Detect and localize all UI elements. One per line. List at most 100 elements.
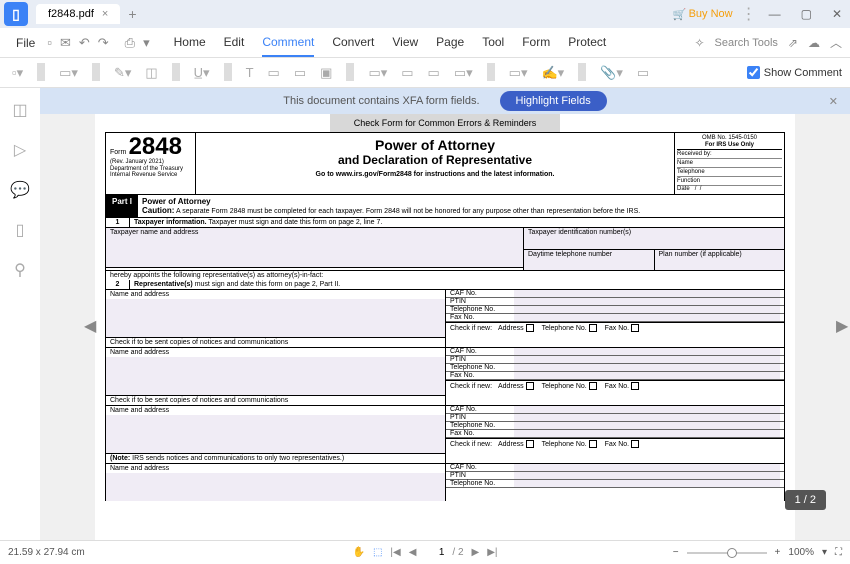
minimize-button[interactable]: — <box>765 7 785 21</box>
next-page-arrow[interactable]: ▶ <box>836 316 846 332</box>
more-icon[interactable]: ⋮ <box>741 4 757 24</box>
file-menu[interactable]: File <box>8 36 43 50</box>
underline-tool[interactable]: U̲▾ <box>190 63 214 83</box>
fax-field-3[interactable] <box>514 430 780 437</box>
new-fax-3[interactable] <box>631 440 639 448</box>
first-page-icon[interactable]: |◀ <box>390 547 400 558</box>
taxpayer-name-field[interactable]: Taxpayer name and address <box>106 228 523 268</box>
prev-page-icon[interactable]: ◀ <box>409 547 417 558</box>
tel-field-3[interactable] <box>514 422 780 429</box>
comments-panel-tool[interactable]: ▭ <box>633 63 653 83</box>
zoom-dropdown-icon[interactable]: ▾ <box>822 547 827 558</box>
stamp-tool[interactable]: ▭▾ <box>505 63 532 83</box>
arrow-tool[interactable]: ▭ <box>397 63 417 83</box>
attachment-icon[interactable]: ▯ <box>16 220 25 240</box>
ptin-field-3[interactable] <box>514 414 780 421</box>
line-tool[interactable]: ▭ <box>424 63 444 83</box>
search-tools-input[interactable]: Search Tools <box>715 37 778 49</box>
caf-field-2[interactable] <box>514 348 780 355</box>
tab-convert[interactable]: Convert <box>332 29 374 57</box>
name-addr-field-2[interactable] <box>106 357 445 395</box>
search-icon[interactable]: ⚲ <box>14 260 26 280</box>
tel-field-4[interactable] <box>514 480 780 487</box>
new-addr-2[interactable] <box>526 382 534 390</box>
callout-tool[interactable]: ▭ <box>290 63 310 83</box>
prev-page-arrow[interactable]: ◀ <box>84 316 94 332</box>
taxpayer-id-field[interactable]: Taxpayer identification number(s) <box>524 228 784 250</box>
name-addr-field-3[interactable] <box>106 415 445 453</box>
fax-field-1[interactable] <box>514 314 780 321</box>
attach-tool[interactable]: 📎▾ <box>596 63 627 83</box>
new-addr-1[interactable] <box>526 324 534 332</box>
document-tab[interactable]: f2848.pdf × <box>36 4 120 24</box>
fit-page-icon[interactable]: ⛶ <box>835 547 842 558</box>
tab-protect[interactable]: Protect <box>568 29 606 57</box>
tab-edit[interactable]: Edit <box>224 29 245 57</box>
zoom-slider[interactable] <box>687 552 767 554</box>
new-addr-3[interactable] <box>526 440 534 448</box>
save-icon[interactable]: ▫ <box>47 35 52 51</box>
ptin-field-2[interactable] <box>514 356 780 363</box>
caf-field-3[interactable] <box>514 406 780 413</box>
name-addr-field-1[interactable] <box>106 299 445 337</box>
bookmark-icon[interactable]: ▷ <box>14 140 26 160</box>
share-icon[interactable]: ⇗ <box>788 36 798 50</box>
pencil-tool[interactable]: ✎▾ <box>110 63 135 83</box>
name-addr-field-4[interactable] <box>106 473 445 501</box>
tab-page[interactable]: Page <box>436 29 464 57</box>
eraser-tool[interactable]: ◫ <box>141 63 161 83</box>
zoom-out-icon[interactable]: − <box>673 547 679 558</box>
cloud-icon[interactable]: ☁ <box>808 36 820 50</box>
pdf-document[interactable]: Check Form for Common Errors & Reminders… <box>95 114 795 544</box>
next-page-icon[interactable]: ▶ <box>472 547 480 558</box>
daytime-tel-field[interactable]: Daytime telephone number <box>524 250 655 270</box>
ptin-field-1[interactable] <box>514 298 780 305</box>
redo-icon[interactable]: ↷ <box>98 35 109 51</box>
text-tool[interactable]: T <box>242 63 258 83</box>
plan-num-field[interactable]: Plan number (if applicable) <box>655 250 785 270</box>
print-icon[interactable]: ⎙ <box>125 35 135 51</box>
wand-icon[interactable]: ✧ <box>694 36 704 50</box>
buy-now-link[interactable]: 🛒 Buy Now <box>673 8 733 21</box>
thumbnails-icon[interactable]: ◫ <box>12 100 27 120</box>
textbox-tool[interactable]: ▭ <box>264 63 284 83</box>
undo-icon[interactable]: ↶ <box>79 35 90 51</box>
note-tool[interactable]: ▫▾ <box>8 63 27 83</box>
new-tel-1[interactable] <box>589 324 597 332</box>
tab-view[interactable]: View <box>392 29 418 57</box>
new-fax-2[interactable] <box>631 382 639 390</box>
new-fax-1[interactable] <box>631 324 639 332</box>
tel-field-1[interactable] <box>514 306 780 313</box>
hand-tool-icon[interactable]: ✋ <box>352 547 364 558</box>
close-window-button[interactable]: ✕ <box>828 7 846 21</box>
tab-tool[interactable]: Tool <box>482 29 504 57</box>
zoom-in-icon[interactable]: + <box>775 547 781 558</box>
shape-tool[interactable]: ▭▾ <box>364 63 391 83</box>
tab-home[interactable]: Home <box>174 29 206 57</box>
show-comment-toggle[interactable]: Show Comment <box>747 66 842 79</box>
ptin-field-4[interactable] <box>514 472 780 479</box>
page-input[interactable] <box>424 547 444 558</box>
zoom-value[interactable]: 100% <box>788 547 814 558</box>
collapse-icon[interactable]: ︿ <box>830 34 842 51</box>
fax-field-2[interactable] <box>514 372 780 379</box>
measure-tool[interactable]: ▭▾ <box>450 63 477 83</box>
maximize-button[interactable]: ▢ <box>797 7 816 21</box>
new-tel-3[interactable] <box>589 440 597 448</box>
show-comment-checkbox[interactable] <box>747 66 760 79</box>
tab-comment[interactable]: Comment <box>262 29 314 57</box>
close-icon[interactable]: × <box>102 8 108 20</box>
check-form-banner[interactable]: Check Form for Common Errors & Reminders <box>330 114 560 132</box>
tel-field-2[interactable] <box>514 364 780 371</box>
tab-form[interactable]: Form <box>522 29 550 57</box>
highlight-fields-button[interactable]: Highlight Fields <box>500 91 607 111</box>
signature-tool[interactable]: ✍▾ <box>537 63 568 83</box>
print-dropdown-icon[interactable]: ▾ <box>143 35 150 51</box>
last-page-icon[interactable]: ▶| <box>487 547 497 558</box>
select-tool-icon[interactable]: ⬚ <box>373 547 382 558</box>
highlight-tool[interactable]: ▭▾ <box>55 63 82 83</box>
comment-panel-icon[interactable]: 💬 <box>10 180 30 200</box>
new-tel-2[interactable] <box>589 382 597 390</box>
banner-close-icon[interactable]: ✕ <box>829 95 838 108</box>
caf-field-1[interactable] <box>514 290 780 297</box>
